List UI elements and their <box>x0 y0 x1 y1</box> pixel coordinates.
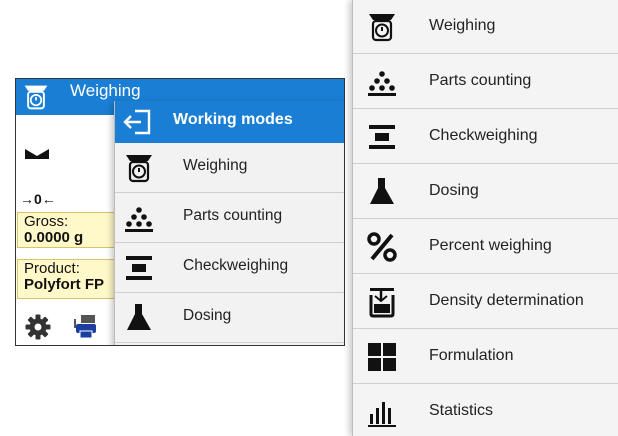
mode-item-label: Percent weighing <box>429 237 552 254</box>
working-modes-popup: Working modes Weighing Parts counting Ch… <box>114 101 344 345</box>
density-icon <box>369 288 395 318</box>
zero-indicator: →0← <box>20 191 56 207</box>
product-label: Product: <box>24 260 80 277</box>
stability-icon <box>24 147 50 161</box>
mode-item-dosing[interactable]: Dosing <box>353 165 618 219</box>
mode-item-formulation[interactable]: Formulation <box>353 330 618 384</box>
popup-item-label: Weighing <box>183 157 248 174</box>
mode-item-label: Checkweighing <box>429 127 538 144</box>
page: Weighing →0← Gross: 0.0000 g Product: Po… <box>0 0 618 436</box>
product-info-box: Product: Polyfort FP <box>17 259 123 299</box>
mode-item-percent-weighing[interactable]: Percent weighing <box>353 220 618 274</box>
weighing-icon <box>126 155 152 183</box>
mode-item-label: Weighing <box>429 17 496 34</box>
mode-item-label: Density determination <box>429 292 584 309</box>
mode-item-label: Dosing <box>429 182 479 199</box>
popup-item-label: Checkweighing <box>183 257 289 274</box>
checkweighing-icon <box>126 256 152 280</box>
weighing-icon[interactable] <box>22 83 50 111</box>
popup-title: Working modes <box>173 111 293 128</box>
formulation-icon <box>368 343 396 371</box>
popup-item-weighing[interactable]: Weighing <box>115 143 344 193</box>
checkweighing-icon <box>369 125 395 149</box>
parts-counting-icon <box>368 71 396 96</box>
statistics-icon <box>368 402 396 427</box>
percent-icon <box>367 232 397 262</box>
gross-label: Gross: <box>24 213 69 230</box>
parts-counting-icon <box>125 207 153 232</box>
dosing-icon <box>370 178 394 204</box>
mode-item-density-determination[interactable]: Density determination <box>353 275 618 329</box>
popup-item-checkweighing[interactable]: Checkweighing <box>115 243 344 293</box>
popup-item-parts-counting[interactable]: Parts counting <box>115 193 344 243</box>
mode-item-statistics[interactable]: Statistics <box>353 385 618 436</box>
mode-item-label: Statistics <box>429 402 494 419</box>
page-title: Weighing <box>70 81 141 100</box>
back-exit-icon[interactable] <box>121 107 155 137</box>
mode-item-checkweighing[interactable]: Checkweighing <box>353 110 618 164</box>
mode-item-parts-counting[interactable]: Parts counting <box>353 55 618 109</box>
mode-item-weighing[interactable]: Weighing <box>353 0 618 54</box>
settings-gear-icon[interactable] <box>24 313 52 341</box>
product-value: Polyfort FP <box>24 276 105 293</box>
printer-icon[interactable] <box>72 313 100 341</box>
popup-header: Working modes <box>115 101 344 143</box>
balance-screen: Weighing →0← Gross: 0.0000 g Product: Po… <box>15 78 345 346</box>
gross-value: 0.0000 g <box>24 229 84 246</box>
dosing-icon <box>127 304 151 330</box>
weighing-icon <box>369 14 395 42</box>
popup-item-label: Dosing <box>183 307 232 324</box>
popup-item-label: Parts counting <box>183 207 283 224</box>
gross-info-box: Gross: 0.0000 g <box>17 212 123 248</box>
mode-item-label: Parts counting <box>429 72 532 89</box>
popup-item-dosing[interactable]: Dosing <box>115 293 344 343</box>
mode-item-label: Formulation <box>429 347 514 364</box>
working-modes-list: Weighing Parts counting Checkweighing Do… <box>352 0 618 436</box>
